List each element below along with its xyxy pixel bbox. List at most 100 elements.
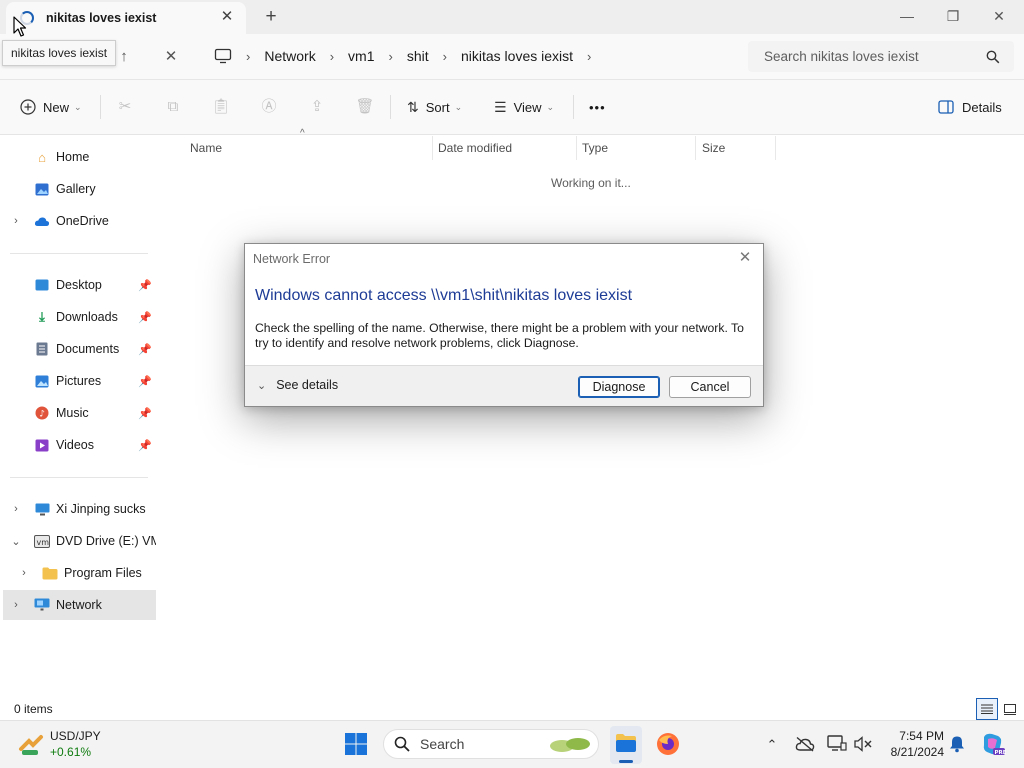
diagnose-button[interactable]: Diagnose [578, 376, 660, 398]
dialog-title: Network Error [253, 252, 331, 266]
download-icon: ⤓ [39, 309, 45, 324]
pin-icon[interactable]: 📌 [138, 375, 152, 388]
sidebar-item-onedrive[interactable]: › OneDrive [0, 206, 156, 236]
firefox-icon[interactable] [656, 732, 680, 756]
sort-button[interactable]: ⇅ Sort ⌄ [407, 96, 462, 118]
pin-icon[interactable]: 📌 [138, 279, 152, 292]
pin-icon[interactable]: 📌 [138, 343, 152, 356]
start-button-windows-icon[interactable] [344, 732, 368, 756]
copilot-icon[interactable]: PRE [980, 731, 1006, 757]
chevron-right-icon[interactable]: › [8, 215, 24, 227]
chevron-down-icon: ⌄ [546, 101, 555, 112]
chevron-down-icon[interactable]: ⌄ [8, 535, 24, 548]
breadcrumb-network[interactable]: Network [256, 48, 323, 64]
view-icon: ☰ [494, 98, 507, 115]
column-header-size[interactable]: Size [696, 138, 776, 158]
breadcrumb-separator[interactable]: › [581, 49, 597, 64]
column-header-date-modified[interactable]: Date modified [432, 138, 576, 158]
widget-value[interactable]: +0.61% [50, 745, 91, 759]
thumbnail-view-icon [1004, 703, 1016, 715]
sidebar-item-gallery[interactable]: Gallery [0, 174, 156, 204]
minimize-button[interactable]: — [884, 0, 930, 32]
maximize-button[interactable]: ❐ [930, 0, 976, 32]
onedrive-offline-icon[interactable] [795, 736, 815, 752]
chevron-right-icon[interactable]: › [16, 567, 32, 579]
volume-muted-icon[interactable] [853, 735, 873, 753]
taskbar-search-placeholder: Search [420, 736, 465, 752]
search-icon[interactable] [986, 50, 1000, 64]
rename-icon[interactable]: Ⓐ [259, 97, 279, 117]
search-input[interactable]: Search nikitas loves iexist [748, 41, 1014, 72]
breadcrumb-separator[interactable]: › [437, 49, 453, 64]
sidebar-item-this-pc[interactable]: › Xi Jinping sucks [0, 494, 156, 524]
sidebar-item-videos[interactable]: Videos 📌 [0, 430, 156, 460]
widget-title[interactable]: USD/JPY [50, 729, 101, 743]
paste-icon[interactable]: 📋︎ [211, 97, 231, 117]
column-header-type[interactable]: Type [576, 138, 694, 158]
notification-bell-icon[interactable] [948, 735, 966, 753]
sidebar-item-network[interactable]: › Network [3, 590, 156, 620]
search-highlight-icon [550, 738, 590, 752]
gallery-icon [34, 181, 50, 197]
large-icons-view-toggle[interactable] [999, 698, 1021, 720]
chevron-down-icon: ⌄ [74, 101, 82, 112]
sidebar-item-dvd-drive[interactable]: ⌄ vm DVD Drive (E:) VMw [0, 526, 156, 556]
clock-time[interactable]: 7:54 PM [888, 729, 944, 743]
new-button[interactable]: New ⌄ [20, 96, 82, 118]
sidebar-item-desktop[interactable]: Desktop 📌 [0, 270, 156, 300]
column-divider[interactable] [775, 136, 776, 160]
details-label: Details [962, 99, 1002, 115]
breadcrumb-vm1[interactable]: vm1 [340, 48, 382, 64]
dialog-footer: ⌄ See details Diagnose Cancel [245, 365, 763, 406]
share-icon[interactable]: ⇪ [307, 97, 327, 117]
breadcrumb-separator[interactable]: › [324, 49, 340, 64]
breadcrumb-shit[interactable]: shit [399, 48, 437, 64]
this-pc-icon[interactable] [214, 48, 232, 64]
tab-close-button[interactable]: ✕ [218, 8, 236, 26]
pin-icon[interactable]: 📌 [138, 439, 152, 452]
close-window-button[interactable]: ✕ [976, 0, 1022, 32]
sidebar-item-downloads[interactable]: ⤓ Downloads 📌 [0, 302, 156, 332]
breadcrumb-current-folder[interactable]: nikitas loves iexist [453, 48, 581, 64]
tab-active[interactable]: nikitas loves iexist [6, 2, 246, 34]
taskbar-search-input[interactable]: Search [383, 729, 599, 759]
network-display-icon[interactable] [827, 735, 847, 753]
clock-date[interactable]: 8/21/2024 [882, 745, 944, 759]
breadcrumb-separator[interactable]: › [240, 49, 256, 64]
breadcrumb[interactable]: › Network › vm1 › shit › nikitas loves i… [212, 40, 734, 72]
chevron-right-icon[interactable]: › [8, 503, 24, 515]
column-header-name[interactable]: Name [184, 138, 430, 158]
new-label: New [43, 99, 70, 115]
new-tab-button[interactable]: + [260, 6, 282, 28]
loading-text: Working on it... [551, 176, 631, 190]
pin-icon[interactable]: 📌 [138, 407, 152, 420]
pin-icon[interactable]: 📌 [138, 311, 152, 324]
sidebar-item-home[interactable]: ⌂ Home [0, 142, 156, 172]
details-pane-button[interactable]: Details [938, 96, 1002, 118]
more-options-button[interactable]: ••• [589, 96, 606, 118]
dvd-icon: vm [34, 533, 50, 549]
sidebar-item-label: Music [56, 406, 89, 420]
stocks-widget-icon[interactable] [18, 731, 44, 757]
divider [100, 95, 101, 119]
view-button[interactable]: ☰ View ⌄ [494, 96, 554, 118]
sidebar-item-pictures[interactable]: Pictures 📌 [0, 366, 156, 396]
sidebar-item-music[interactable]: ♪ Music 📌 [0, 398, 156, 428]
folder-icon [42, 565, 58, 581]
details-view-icon [981, 704, 993, 714]
dialog-close-button[interactable]: ✕ [735, 248, 755, 266]
file-explorer-taskbar-button[interactable] [610, 726, 642, 764]
delete-icon[interactable]: 🗑︎ [355, 97, 375, 117]
cut-icon[interactable]: ✂ [115, 97, 135, 117]
sidebar-item-program-files[interactable]: › Program Files [0, 558, 156, 588]
stop-button[interactable]: ✕ [159, 46, 183, 68]
chevron-right-icon[interactable]: › [8, 599, 24, 611]
details-view-toggle[interactable] [976, 698, 998, 720]
sidebar-item-documents[interactable]: Documents 📌 [0, 334, 156, 364]
see-details-toggle[interactable]: ⌄ See details [257, 378, 338, 392]
cancel-button[interactable]: Cancel [669, 376, 751, 398]
show-hidden-icons-chevron-icon[interactable]: ⌃ [762, 736, 782, 754]
breadcrumb-separator[interactable]: › [383, 49, 399, 64]
copy-icon[interactable]: ⧉ [163, 97, 183, 117]
divider [573, 95, 574, 119]
